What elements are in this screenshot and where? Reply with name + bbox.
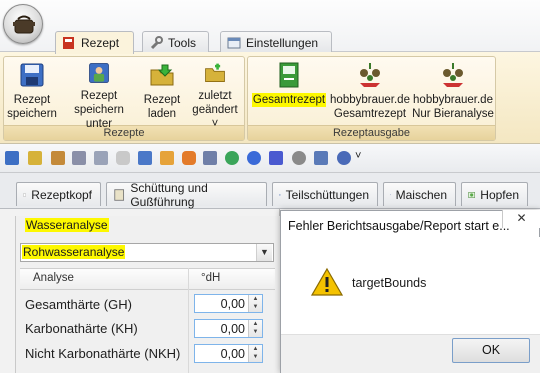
save-icon[interactable] xyxy=(5,151,19,165)
green-book-icon xyxy=(279,62,299,88)
list-icon[interactable] xyxy=(72,151,86,165)
application-menu-button[interactable] xyxy=(3,4,43,44)
tab-teilschuettungen[interactable]: Teilschüttungen xyxy=(272,182,378,206)
pause-icon[interactable] xyxy=(247,151,261,165)
tab-rezeptkopf[interactable]: Rezeptkopf xyxy=(16,182,101,206)
recent-folder-icon xyxy=(205,63,225,82)
gesamthaerte-value: 0,00 xyxy=(220,297,245,311)
row-label-gesamthaerte: Gesamthärte (GH) xyxy=(25,297,132,312)
save-disk-icon xyxy=(20,63,44,87)
tab-schuettung-label: Schüttung und Gußführung xyxy=(130,180,208,209)
save-as-user-icon xyxy=(89,63,109,83)
barrel-icon[interactable] xyxy=(182,151,196,165)
hobbybrauer-full-recipe-button[interactable]: hobbybrauer.de Gesamtrezept xyxy=(330,61,410,131)
bar-chart-icon[interactable] xyxy=(160,151,174,165)
document-tab-strip: Rezeptkopf Schüttung und Gußführung Teil… xyxy=(0,173,540,209)
group-rezepte: Rezepte Rezept speichern Rezept speicher… xyxy=(3,56,245,141)
dialog-message: targetBounds xyxy=(352,276,427,290)
tab-einstellungen[interactable]: Einstellungen xyxy=(220,31,332,53)
tab-schuettung[interactable]: Schüttung und Gußführung xyxy=(106,180,267,209)
settings-icon xyxy=(227,36,241,50)
save-recipe-as-line2: speichern unter xyxy=(74,104,124,130)
hobbybrauer-hops-icon xyxy=(443,63,463,87)
column-header-analyse: Analyse xyxy=(33,272,74,284)
hobbybrauer-analysis-line1: hobbybrauer.de xyxy=(413,94,493,106)
hops-icon xyxy=(468,191,476,198)
grain-icon xyxy=(114,188,125,201)
close-icon[interactable]: ✕ xyxy=(502,210,540,228)
group-rezeptausgabe: Rezeptausgabe Gesamtrezept hobbybrauer.d… xyxy=(247,56,496,141)
hobbybrauer-full-line2: Gesamtrezept xyxy=(333,108,407,120)
window-icon[interactable] xyxy=(314,151,328,165)
recently-changed-line1: zuletzt xyxy=(198,90,232,102)
save-recipe-as-button[interactable]: Rezept speichern unter xyxy=(60,61,138,131)
tab-maischen[interactable]: Maischen xyxy=(383,182,456,206)
dialog-title: Fehler Berichtsausgabe/Report start e... xyxy=(288,219,510,233)
wrench-icon xyxy=(149,35,163,50)
hobbybrauer-analysis-button[interactable]: hobbybrauer.de Nur Bieranalyse xyxy=(412,61,494,131)
tab-einstellungen-label: Einstellungen xyxy=(246,35,319,50)
tab-rezeptkopf-label: Rezeptkopf xyxy=(31,187,92,202)
spinner-arrows-icon[interactable]: ▲ ▼ xyxy=(248,345,262,362)
tab-teilschuettungen-label: Teilschüttungen xyxy=(285,187,369,202)
molecule-icon[interactable] xyxy=(225,151,239,165)
spinner-arrows-icon[interactable]: ▲ ▼ xyxy=(248,320,262,337)
document-icon xyxy=(23,192,26,197)
nicht-karbonathaerte-stepper[interactable]: 0,00 ▲ ▼ xyxy=(194,344,263,363)
book-icon[interactable] xyxy=(269,151,283,165)
save-recipe-button[interactable]: Rezept speichern xyxy=(6,61,58,131)
save-recipe-line2: speichern xyxy=(7,108,57,120)
tab-tools-label: Tools xyxy=(168,35,197,50)
full-recipe-button[interactable]: Gesamtrezept xyxy=(250,61,328,131)
gear-icon[interactable] xyxy=(292,151,306,165)
hobbybrauer-analysis-line2: Nur Bieranalyse xyxy=(412,108,494,120)
row-label-nicht-karbonathaerte: Nicht Karbonathärte (NKH) xyxy=(25,346,181,361)
water-analysis-heading: Wasseranalyse xyxy=(25,218,109,232)
save-recipe-line1: Rezept xyxy=(13,94,51,106)
water-analysis-select-value: Rohwasseranalyse xyxy=(22,245,126,259)
chart-icon xyxy=(390,194,391,195)
hobbybrauer-hops-icon xyxy=(360,63,380,87)
load-recipe-line1: Rezept xyxy=(143,94,181,106)
load-recipe-button[interactable]: Rezept laden xyxy=(140,61,184,131)
tab-hopfen-label: Hopfen xyxy=(480,187,519,202)
open-folder-icon[interactable] xyxy=(28,151,42,165)
ok-button[interactable]: OK xyxy=(452,338,530,363)
load-recipe-line2: laden xyxy=(147,108,177,120)
table-icon[interactable] xyxy=(138,151,152,165)
grid-icon[interactable] xyxy=(203,151,217,165)
qat-dropdown-icon[interactable]: ˅ xyxy=(355,150,361,162)
chevron-down-icon[interactable]: ▼ xyxy=(256,244,272,261)
row-label-karbonathaerte: Karbonathärte (KH) xyxy=(25,321,138,336)
export-icon[interactable] xyxy=(51,151,65,165)
open-folder-icon xyxy=(150,64,174,86)
quick-access-toolbar: ˅ xyxy=(0,144,540,173)
karbonathaerte-stepper[interactable]: 0,00 ▲ ▼ xyxy=(194,319,263,338)
tab-rezept[interactable]: Rezept xyxy=(55,31,134,54)
column-divider xyxy=(188,268,189,373)
full-recipe-label: Gesamtrezept xyxy=(251,93,327,107)
tab-tools[interactable]: Tools xyxy=(142,31,209,53)
brew-kettle-icon xyxy=(13,15,35,34)
tab-hopfen[interactable]: Hopfen xyxy=(461,182,528,206)
spinner-arrows-icon[interactable]: ▲ ▼ xyxy=(248,295,262,312)
warning-icon xyxy=(311,267,343,296)
database-icon[interactable] xyxy=(116,151,130,165)
save-recipe-as-line1: Rezept xyxy=(80,90,118,102)
recently-changed-button[interactable]: zuletzt geändert ˅ xyxy=(188,61,242,131)
table-icon xyxy=(279,193,281,196)
help-icon[interactable] xyxy=(337,151,351,165)
tab-maischen-label: Maischen xyxy=(395,187,447,202)
gesamthaerte-stepper[interactable]: 0,00 ▲ ▼ xyxy=(194,294,263,313)
tab-rezept-label: Rezept xyxy=(81,36,120,50)
hobbybrauer-full-line1: hobbybrauer.de xyxy=(330,94,410,106)
karbonathaerte-value: 0,00 xyxy=(220,322,245,336)
nicht-karbonathaerte-value: 0,00 xyxy=(220,347,245,361)
recipe-book-icon xyxy=(62,36,76,50)
recently-changed-line2: geändert ˅ xyxy=(192,104,238,130)
document-icon[interactable] xyxy=(94,151,108,165)
column-header-dh: °dH xyxy=(201,272,221,284)
